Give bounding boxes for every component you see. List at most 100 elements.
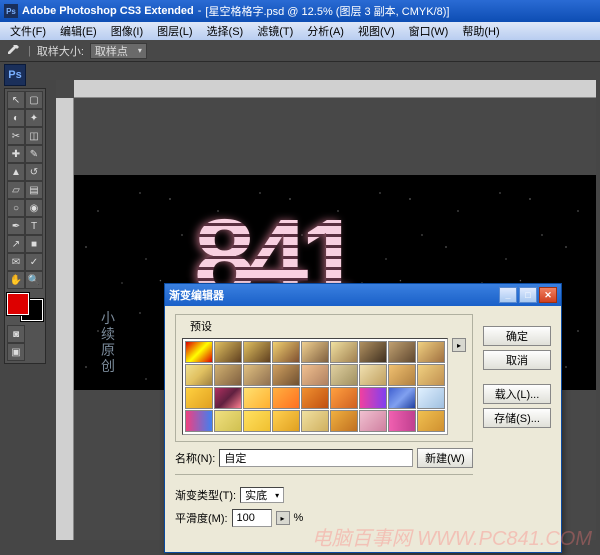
eyedropper-tool[interactable]: ✓ [25, 253, 43, 271]
type-tool[interactable]: T [25, 217, 43, 235]
gradient-preset[interactable] [243, 341, 271, 363]
gradient-preset[interactable] [243, 410, 271, 432]
gradient-preset[interactable] [330, 341, 358, 363]
gradient-preset[interactable] [185, 364, 213, 386]
history-tool[interactable]: ↺ [25, 163, 43, 181]
gradient-preset[interactable] [388, 341, 416, 363]
menu-file[interactable]: 文件(F) [4, 22, 52, 40]
gradient-preset[interactable] [214, 410, 242, 432]
gradient-preset[interactable] [330, 364, 358, 386]
gradient-preset[interactable] [417, 364, 445, 386]
gradient-preset[interactable] [272, 341, 300, 363]
gradient-preset[interactable] [272, 410, 300, 432]
gradient-preset[interactable] [185, 410, 213, 432]
menu-help[interactable]: 帮助(H) [456, 22, 505, 40]
notes-tool[interactable]: ✉ [7, 253, 25, 271]
menu-analysis[interactable]: 分析(A) [301, 22, 350, 40]
ruler-horizontal [74, 80, 596, 98]
preset-grid[interactable] [182, 338, 448, 435]
sample-size-combo[interactable]: 取样点▾ [90, 43, 147, 59]
app-icon: Ps [4, 4, 18, 18]
gradient-preset[interactable] [214, 364, 242, 386]
marquee-tool[interactable]: ▢ [25, 91, 43, 109]
doc-title: [星空格格字.psd @ 12.5% (图层 3 副本, CMYK/8)] [205, 3, 449, 19]
gradient-preset[interactable] [301, 410, 329, 432]
gradient-preset[interactable] [359, 364, 387, 386]
eraser-tool[interactable]: ▱ [7, 181, 25, 199]
heal-tool[interactable]: ✚ [7, 145, 25, 163]
dialog-title: 渐变编辑器 [169, 287, 224, 303]
menu-filter[interactable]: 滤镜(T) [251, 22, 299, 40]
ruler-vertical [56, 98, 74, 540]
preset-menu-icon[interactable]: ▸ [452, 338, 466, 352]
brush-tool[interactable]: ✎ [25, 145, 43, 163]
crop-tool[interactable]: ✂ [7, 127, 25, 145]
path-tool[interactable]: ↗ [7, 235, 25, 253]
load-button[interactable]: 载入(L)... [483, 384, 551, 404]
ps-logo: Ps [4, 64, 26, 86]
gradient-preset[interactable] [388, 410, 416, 432]
menu-layer[interactable]: 图层(L) [151, 22, 198, 40]
color-swatch[interactable] [7, 293, 43, 321]
gradient-preset[interactable] [417, 341, 445, 363]
blur-tool[interactable]: ○ [7, 199, 25, 217]
new-button[interactable]: 新建(W) [417, 448, 473, 468]
gradient-preset[interactable] [214, 341, 242, 363]
minimize-icon[interactable]: _ [499, 287, 517, 303]
gradient-preset[interactable] [359, 387, 387, 409]
presets-label: 预设 [186, 318, 216, 334]
close-icon[interactable]: ✕ [539, 287, 557, 303]
menu-select[interactable]: 选择(S) [201, 22, 250, 40]
gradient-preset[interactable] [301, 387, 329, 409]
gradient-type-label: 渐变类型(T): [175, 487, 236, 503]
menu-edit[interactable]: 编辑(E) [54, 22, 103, 40]
eyedropper-icon [4, 42, 22, 60]
gradient-preset[interactable] [301, 364, 329, 386]
gradient-preset[interactable] [388, 364, 416, 386]
gradient-preset[interactable] [301, 341, 329, 363]
gradient-preset[interactable] [417, 410, 445, 432]
gradient-preset[interactable] [388, 387, 416, 409]
gradient-tool[interactable]: ▤ [25, 181, 43, 199]
lasso-tool[interactable]: ◐ [7, 109, 25, 127]
stamp-tool[interactable]: ▲ [7, 163, 25, 181]
menu-image[interactable]: 图像(I) [105, 22, 149, 40]
quickmask-tool[interactable]: ◙ [7, 325, 25, 343]
canvas-watermark-text: 小续原创 [99, 310, 117, 374]
gradient-preset[interactable] [185, 341, 213, 363]
wand-tool[interactable]: ✦ [25, 109, 43, 127]
save-button[interactable]: 存储(S)... [483, 408, 551, 428]
cancel-button[interactable]: 取消 [483, 350, 551, 370]
gradient-preset[interactable] [272, 364, 300, 386]
pen-tool[interactable]: ✒ [7, 217, 25, 235]
name-label: 名称(N): [175, 450, 215, 466]
smoothness-stepper-icon[interactable]: ▸ [276, 511, 290, 525]
gradient-preset[interactable] [243, 387, 271, 409]
zoom-tool[interactable]: 🔍 [25, 271, 43, 289]
dodge-tool[interactable]: ◉ [25, 199, 43, 217]
smoothness-input[interactable] [232, 509, 272, 527]
dialog-titlebar[interactable]: 渐变编辑器 _ □ ✕ [165, 284, 561, 306]
gradient-type-combo[interactable]: 实底▾ [240, 487, 284, 503]
presets-group: 预设 ▸ [175, 314, 473, 442]
gradient-preset[interactable] [272, 387, 300, 409]
gradient-preset[interactable] [417, 387, 445, 409]
gradient-preset[interactable] [243, 364, 271, 386]
hand-tool[interactable]: ✋ [7, 271, 25, 289]
shape-tool[interactable]: ■ [25, 235, 43, 253]
menu-window[interactable]: 窗口(W) [403, 22, 455, 40]
name-input[interactable] [219, 449, 413, 467]
maximize-icon[interactable]: □ [519, 287, 537, 303]
gradient-preset[interactable] [330, 410, 358, 432]
toolbox: ↖▢ ◐✦ ✂◫ ✚✎ ▲↺ ▱▤ ○◉ ✒T ↗■ ✉✓ ✋🔍 ◙ ▣ [4, 88, 46, 364]
gradient-preset[interactable] [359, 410, 387, 432]
gradient-preset[interactable] [214, 387, 242, 409]
gradient-preset[interactable] [359, 341, 387, 363]
move-tool[interactable]: ↖ [7, 91, 25, 109]
gradient-preset[interactable] [185, 387, 213, 409]
gradient-preset[interactable] [330, 387, 358, 409]
menu-view[interactable]: 视图(V) [352, 22, 401, 40]
slice-tool[interactable]: ◫ [25, 127, 43, 145]
ok-button[interactable]: 确定 [483, 326, 551, 346]
screenmode-tool[interactable]: ▣ [7, 343, 25, 361]
